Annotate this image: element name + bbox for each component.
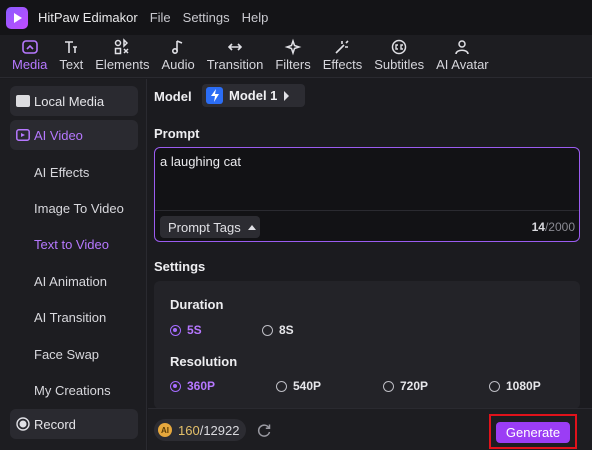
- refresh-icon[interactable]: [256, 422, 272, 438]
- sidebar-item-record[interactable]: Record: [10, 409, 138, 439]
- resolution-360p-label: 360P: [187, 379, 216, 393]
- char-count: 14: [531, 220, 545, 234]
- menu-settings[interactable]: Settings: [183, 10, 230, 25]
- sidebar-item-text-to-video[interactable]: Text to Video: [34, 237, 109, 252]
- model-label: Model: [154, 89, 192, 104]
- sidebar: Local Media AI Video AI Effects Image To…: [0, 79, 147, 450]
- sidebar-item-my-creations[interactable]: My Creations: [34, 383, 111, 398]
- prompt-label: Prompt: [154, 126, 200, 141]
- resolution-360p-radio[interactable]: 360P: [170, 379, 215, 393]
- tool-filters-label: Filters: [275, 57, 311, 72]
- menu-help[interactable]: Help: [242, 10, 269, 25]
- duration-8s-radio[interactable]: 8S: [262, 323, 294, 337]
- generate-bar: AI 160/12922 Generate: [148, 408, 592, 450]
- tool-text-label: Text: [59, 57, 84, 72]
- sidebar-item-face-swap[interactable]: Face Swap: [34, 347, 99, 362]
- resolution-540p-label: 540P: [293, 379, 322, 393]
- tool-ai-avatar-label: AI Avatar: [436, 57, 489, 72]
- tool-transition[interactable]: Transition: [201, 35, 270, 72]
- app-title: HitPaw Edimakor: [38, 10, 138, 25]
- resolution-title: Resolution: [170, 354, 238, 369]
- sidebar-item-ai-effects[interactable]: AI Effects: [34, 165, 89, 180]
- record-icon: [16, 417, 30, 431]
- radio-selected-icon: [170, 324, 181, 336]
- credits-used: 160: [178, 422, 200, 438]
- text-to-video-panel: Model Model 1 Prompt a laughing cat Prom…: [148, 79, 592, 450]
- char-counter: 14/2000: [532, 220, 575, 234]
- tool-audio-label: Audio: [161, 57, 195, 72]
- subtitles-icon: [391, 39, 407, 55]
- duration-title: Duration: [170, 297, 224, 312]
- prompt-tags-button[interactable]: Prompt Tags: [160, 216, 260, 238]
- title-bar: HitPaw Edimakor File Settings Help: [0, 0, 592, 35]
- char-limit: /2000: [544, 220, 575, 234]
- tool-subtitles[interactable]: Subtitles: [368, 35, 430, 72]
- tool-elements-label: Elements: [95, 57, 150, 72]
- sidebar-item-label: AI Video: [34, 127, 83, 143]
- transition-icon: [227, 43, 243, 51]
- resolution-720p-radio[interactable]: 720P: [383, 379, 428, 393]
- sidebar-item-local-media[interactable]: Local Media: [10, 86, 138, 116]
- media-icon: [21, 40, 38, 54]
- model-value: Model 1: [229, 88, 278, 103]
- tool-elements[interactable]: Elements: [89, 35, 155, 72]
- sidebar-item-label: Local Media: [34, 93, 105, 109]
- ai-avatar-icon: [455, 40, 470, 55]
- prompt-footer: Prompt Tags 14/2000: [155, 210, 579, 242]
- prompt-tags-label: Prompt Tags: [168, 219, 241, 235]
- tool-audio[interactable]: Audio: [155, 35, 200, 72]
- settings-label: Settings: [154, 259, 206, 274]
- main-toolbar: Media Text Elements Audio Transition Fil…: [0, 35, 592, 78]
- tool-media[interactable]: Media: [6, 35, 53, 72]
- radio-icon: [383, 380, 394, 392]
- caret-up-icon: [247, 224, 256, 230]
- sidebar-item-label: Record: [34, 416, 76, 432]
- model-select[interactable]: Model 1: [202, 84, 305, 107]
- resolution-720p-label: 720P: [400, 379, 429, 393]
- prompt-textarea[interactable]: a laughing cat Prompt Tags 14/2000: [154, 147, 580, 242]
- menu-file[interactable]: File: [150, 10, 171, 25]
- resolution-1080p-label: 1080P: [506, 379, 541, 393]
- app-logo-icon: [6, 6, 28, 29]
- tool-filters[interactable]: Filters: [269, 35, 316, 72]
- generate-button[interactable]: Generate: [496, 422, 570, 443]
- tool-subtitles-label: Subtitles: [374, 57, 425, 72]
- tool-effects[interactable]: Effects: [317, 35, 369, 72]
- effects-icon: [335, 40, 350, 54]
- sidebar-item-ai-transition[interactable]: AI Transition: [34, 310, 106, 325]
- duration-5s-radio[interactable]: 5S: [170, 323, 202, 337]
- duration-5s-label: 5S: [187, 323, 202, 337]
- settings-panel: Duration 5S 8S Resolution 360P 540P 720P…: [154, 281, 580, 409]
- tool-effects-label: Effects: [322, 57, 363, 72]
- tool-media-label: Media: [12, 57, 48, 72]
- elements-icon: [115, 38, 129, 55]
- credits-badge: AI 160/12922: [154, 419, 246, 441]
- sidebar-item-ai-animation[interactable]: AI Animation: [34, 274, 107, 289]
- radio-icon: [262, 324, 273, 336]
- tool-text[interactable]: Text: [53, 35, 89, 72]
- sidebar-item-image-to-video[interactable]: Image To Video: [34, 201, 124, 216]
- resolution-1080p-radio[interactable]: 1080P: [489, 379, 541, 393]
- credits-total: /12922: [199, 422, 240, 438]
- sidebar-item-ai-video[interactable]: AI Video: [10, 120, 138, 150]
- radio-icon: [489, 380, 500, 392]
- text-icon: [65, 41, 78, 53]
- tool-ai-avatar[interactable]: AI Avatar: [430, 35, 495, 72]
- ai-video-icon: [16, 128, 30, 142]
- tool-transition-label: Transition: [206, 57, 264, 72]
- radio-icon: [276, 380, 287, 392]
- filters-icon: [284, 38, 302, 56]
- duration-8s-label: 8S: [279, 323, 294, 337]
- coin-icon: AI: [158, 423, 172, 437]
- caret-right-icon: [284, 90, 290, 101]
- audio-icon: [172, 40, 183, 55]
- folder-icon: [16, 94, 30, 108]
- generate-highlight: Generate: [489, 414, 577, 449]
- prompt-text[interactable]: a laughing cat: [160, 154, 241, 169]
- radio-selected-icon: [170, 380, 181, 392]
- resolution-540p-radio[interactable]: 540P: [276, 379, 321, 393]
- lightning-icon: [206, 87, 223, 104]
